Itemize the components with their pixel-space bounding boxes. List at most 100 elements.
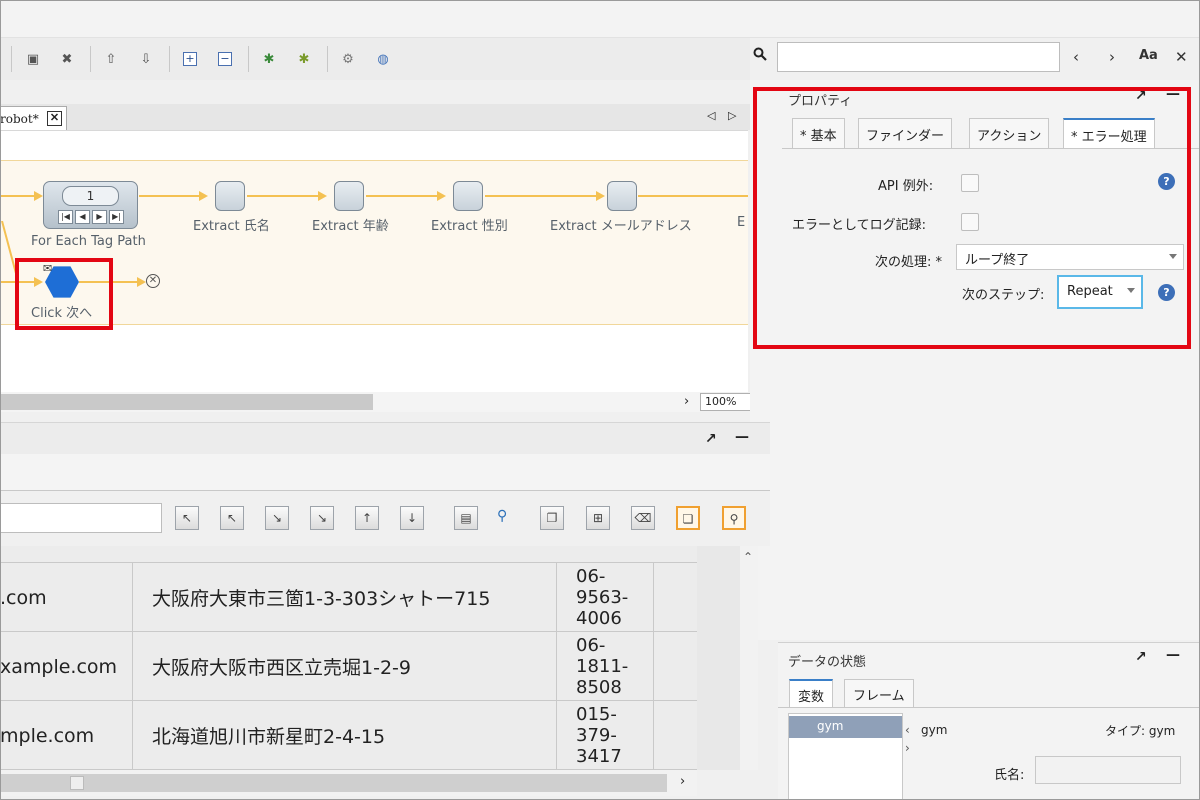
search-icon[interactable]: ⚲ <box>497 508 507 524</box>
move-up-icon[interactable]: ⇧ <box>100 48 122 70</box>
debug-step-icon[interactable]: ✱ <box>293 48 315 70</box>
highlight-box <box>15 258 113 330</box>
foreach-node[interactable]: 1 |◀ ◀ ▶ ▶| <box>43 181 138 229</box>
scroll-right-icon[interactable]: › <box>680 774 685 789</box>
collapse-icon[interactable]: − <box>214 48 236 70</box>
toolbar-separator <box>90 46 91 72</box>
table-toolbar: ↖ ↖ ↘ ↘ ↑ ↓ ▤ ⚲ ❐ ⊞ ⌫ ❏ ⚲ <box>0 490 770 546</box>
scroll-thumb[interactable] <box>0 394 373 410</box>
window-find-icon[interactable]: ⚲ <box>722 506 746 530</box>
scroll-thumb[interactable] <box>70 776 84 790</box>
end-node-icon[interactable]: ✕ <box>146 274 160 288</box>
scroll-right-icon[interactable]: ▷ <box>728 109 736 122</box>
lower-panel-spacer <box>0 454 770 490</box>
maximize-icon[interactable]: ↗ <box>705 431 717 447</box>
search-input[interactable] <box>777 42 1060 72</box>
scroll-left-icon[interactable]: ◁ <box>707 109 715 122</box>
extract-step-node[interactable] <box>607 181 637 211</box>
document-icon[interactable]: ▤ <box>454 506 478 530</box>
close-find-button[interactable]: ✕ <box>1175 48 1188 66</box>
match-case-button[interactable]: Aa <box>1139 48 1158 63</box>
window-stack-delete-icon[interactable]: ❏ <box>676 506 700 530</box>
step-label: Extract 氏名 <box>193 219 270 234</box>
step-label: Extract メールアドレス <box>550 219 692 234</box>
window-export-icon[interactable]: ❐ <box>540 506 564 530</box>
table-hscrollbar[interactable]: › <box>0 770 697 796</box>
minimize-icon[interactable]: — <box>735 429 749 445</box>
expand-right-icon[interactable]: › <box>905 741 910 755</box>
table-row[interactable]: xample.com 大阪府大阪市西区立売堀1-2-9 06-1811-8508 <box>0 632 697 701</box>
editor-tab-label: robot* <box>0 112 39 126</box>
tab-frames[interactable]: フレーム <box>844 679 914 707</box>
nav-down-right-icon[interactable]: ↘ <box>265 506 289 530</box>
last-icon[interactable]: ▶| <box>109 210 124 224</box>
connector-arrow <box>199 191 208 201</box>
scroll-right-icon[interactable]: › <box>684 394 689 409</box>
tab-variables[interactable]: 変数 <box>789 679 834 707</box>
phone-cell: 015-379-3417 <box>557 701 654 770</box>
variable-list[interactable]: gym <box>788 713 903 800</box>
connector <box>485 195 598 197</box>
toolbar-separator <box>248 46 249 72</box>
foreach-label: For Each Tag Path <box>31 234 146 249</box>
move-up-icon[interactable]: ↑ <box>355 506 379 530</box>
find-next-button[interactable]: › <box>1109 48 1115 66</box>
close-icon[interactable]: ✕ <box>47 111 62 126</box>
nav-up-left-icon[interactable]: ↖ <box>220 506 244 530</box>
step-label: Extract 年齢 <box>312 219 389 234</box>
find-previous-button[interactable]: ‹ <box>1073 48 1079 66</box>
settings-icon[interactable]: ⚙ <box>337 48 359 70</box>
zoom-value: 100% <box>705 395 737 408</box>
move-down-icon[interactable]: ↓ <box>400 506 424 530</box>
table-vscrollbar[interactable]: ⌃ <box>740 546 758 770</box>
connector-arrow <box>34 191 43 201</box>
debug-icon[interactable]: ✱ <box>258 48 280 70</box>
connector <box>247 195 320 197</box>
chevron-up-icon[interactable]: ⌃ <box>743 550 753 564</box>
table-row[interactable]: mple.com 北海道旭川市新星町2-4-15 015-379-3417 <box>0 701 697 770</box>
connector-arrow <box>318 191 327 201</box>
first-icon[interactable]: |◀ <box>58 210 73 224</box>
prev-icon[interactable]: ◀ <box>75 210 90 224</box>
step-insert-icon[interactable]: ▣ <box>22 48 44 70</box>
nav-down-right-icon[interactable]: ↘ <box>310 506 334 530</box>
flow-canvas[interactable]: 1 |◀ ◀ ▶ ▶| For Each Tag Path Extract 氏名… <box>0 130 758 392</box>
toolbar-separator <box>11 46 12 72</box>
canvas-hscrollbar[interactable]: › <box>0 392 700 412</box>
window-add-icon[interactable]: ⊞ <box>586 506 610 530</box>
editor-tab[interactable]: robot* ✕ <box>0 106 67 130</box>
toolbar-separator <box>169 46 170 72</box>
connector <box>139 195 201 197</box>
properties-panel: プロパティ ↗ — * 基本 ファインダー アクション * エラー処理 API … <box>750 80 1200 640</box>
highlight-box <box>753 87 1191 349</box>
data-state-panel: データの状態 ↗ — 変数 フレーム gym ‹ › gym タイプ: gym … <box>778 642 1200 800</box>
step-delete-icon[interactable]: ✖ <box>56 48 78 70</box>
next-icon[interactable]: ▶ <box>92 210 107 224</box>
globe-icon[interactable]: ◍ <box>372 48 394 70</box>
foreach-nav-controls[interactable]: |◀ ◀ ▶ ▶| <box>58 210 124 224</box>
collapse-left-icon[interactable]: ‹ <box>905 723 910 737</box>
extract-step-node[interactable] <box>215 181 245 211</box>
selected-variable-name: gym <box>921 723 948 737</box>
extract-step-node[interactable] <box>453 181 483 211</box>
field-value-input[interactable] <box>1035 756 1181 784</box>
variable-item[interactable]: gym <box>789 716 902 738</box>
nav-up-left-icon[interactable]: ↖ <box>175 506 199 530</box>
window-delete-icon[interactable]: ⌫ <box>631 506 655 530</box>
move-down-icon[interactable]: ⇩ <box>135 48 157 70</box>
phone-cell: 06-1811-8508 <box>557 632 654 701</box>
connector <box>0 195 36 197</box>
email-cell: mple.com <box>0 701 133 770</box>
connector-arrow <box>596 191 605 201</box>
table-row[interactable]: .com 大阪府大東市三箇1-3-303シャトー715 06-9563-4006 <box>0 563 697 632</box>
address-cell: 大阪府大東市三箇1-3-303シャトー715 <box>133 563 557 632</box>
lower-panel-header: ↗ — <box>0 422 770 454</box>
maximize-icon[interactable]: ↗ <box>1135 649 1147 665</box>
extract-step-node[interactable] <box>334 181 364 211</box>
email-cell: xample.com <box>0 632 133 701</box>
connector-arrow <box>437 191 446 201</box>
table-filter-input[interactable] <box>0 503 162 533</box>
minimize-icon[interactable]: — <box>1166 647 1180 663</box>
expand-icon[interactable]: + <box>179 48 201 70</box>
search-icon <box>753 47 767 65</box>
